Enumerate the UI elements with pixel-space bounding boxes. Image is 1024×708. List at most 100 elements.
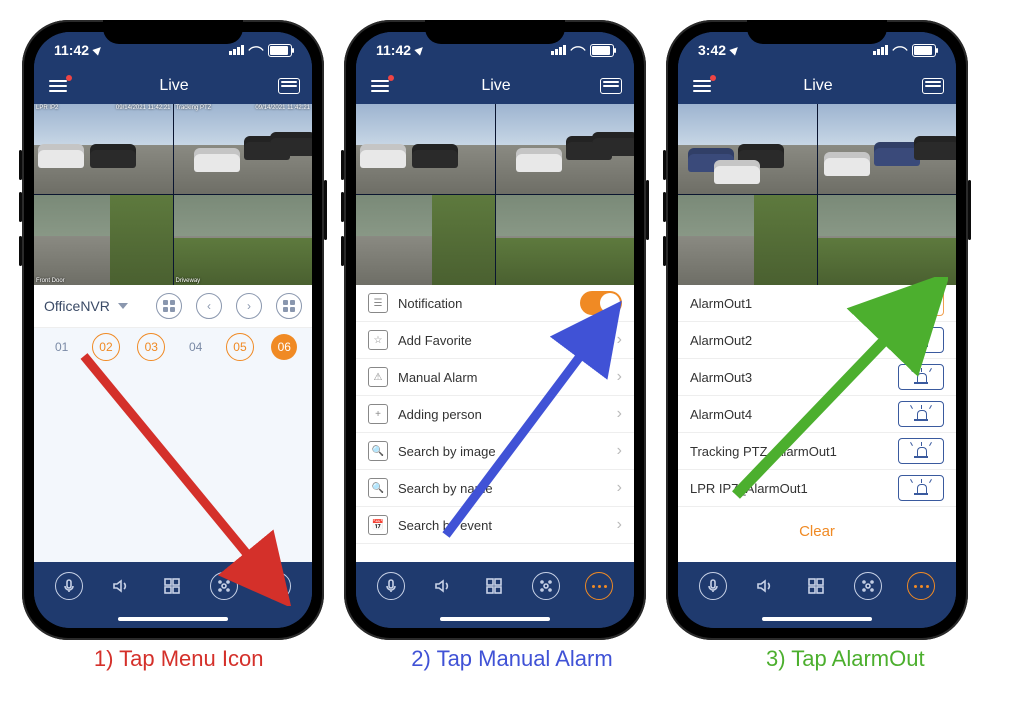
more-menu-button[interactable]	[585, 572, 613, 600]
alarm-row: AlarmOut4	[678, 396, 956, 433]
camera-tile[interactable]	[356, 104, 495, 194]
camera-tile[interactable]	[678, 104, 817, 194]
star-icon: ☆	[368, 330, 388, 350]
siren-icon	[914, 408, 928, 420]
device-toolbar: OfficeNVR ‹ ›	[34, 285, 312, 328]
options-menu: ☰Notification ☆ Add Favorite › ⚠ Manual Ala…	[356, 285, 634, 562]
ptz-button[interactable]	[532, 572, 560, 600]
menu-search-name[interactable]: 🔍Search by name›	[356, 470, 634, 507]
phone-frame-2: 11:42 Live ☰Notification ☆Add Favorite› …	[344, 20, 646, 640]
event-search-icon: 📅	[368, 515, 388, 535]
app-header: Live	[34, 68, 312, 104]
layout-icon[interactable]	[278, 78, 300, 94]
page-title: Live	[803, 77, 832, 95]
alarm-label: LPR IP7_AlarmOut1	[690, 481, 808, 496]
clear-button[interactable]: Clear	[678, 507, 956, 556]
camera-tile[interactable]	[356, 195, 495, 285]
layout-icon[interactable]	[600, 78, 622, 94]
alarm-trigger-button[interactable]	[898, 401, 944, 427]
ptz-button[interactable]	[210, 572, 238, 600]
camera-tile[interactable]	[818, 104, 957, 194]
notification-toggle[interactable]	[580, 291, 622, 315]
camera-tile[interactable]: Driveway	[174, 195, 313, 285]
camera-grid	[678, 104, 956, 285]
siren-icon	[914, 334, 928, 346]
notch	[103, 20, 243, 44]
menu-search-image[interactable]: 🔍Search by image›	[356, 433, 634, 470]
menu-icon[interactable]	[368, 77, 392, 95]
battery-icon	[268, 44, 292, 57]
menu-icon[interactable]	[46, 77, 70, 95]
mic-button[interactable]	[377, 572, 405, 600]
channel-03[interactable]: 03	[137, 333, 165, 361]
bottom-toolbar	[356, 562, 634, 610]
status-time: 3:42	[698, 42, 726, 58]
menu-manual-alarm[interactable]: ⚠ Manual Alarm ›	[356, 359, 634, 396]
speaker-button[interactable]	[430, 573, 456, 599]
home-indicator	[678, 610, 956, 628]
alarm-row: LPR IP7_AlarmOut1	[678, 470, 956, 507]
signal-icon	[229, 45, 244, 55]
speaker-button[interactable]	[108, 573, 134, 599]
more-menu-button[interactable]	[263, 572, 291, 600]
grid-options-button[interactable]	[156, 293, 182, 319]
alarm-trigger-button[interactable]	[898, 364, 944, 390]
camera-tile[interactable]: Front Door	[34, 195, 173, 285]
chevron-down-icon	[118, 303, 128, 309]
mic-button[interactable]	[55, 572, 83, 600]
menu-icon[interactable]	[690, 77, 714, 95]
alarm-trigger-button[interactable]	[898, 475, 944, 501]
camera-tile[interactable]	[496, 104, 635, 194]
alarm-row: Tracking PTZ_AlarmOut1	[678, 433, 956, 470]
channel-05[interactable]: 05	[226, 333, 254, 361]
channel-02[interactable]: 02	[92, 333, 120, 361]
alarm-trigger-button[interactable]	[898, 290, 944, 316]
grid-button[interactable]	[481, 573, 507, 599]
more-menu-button[interactable]	[907, 572, 935, 600]
more-icon	[914, 585, 929, 588]
alarm-row: AlarmOut1	[678, 285, 956, 322]
camera-tile[interactable]	[818, 195, 957, 285]
menu-label: Manual Alarm	[398, 370, 477, 385]
next-button[interactable]: ›	[236, 293, 262, 319]
person-add-icon: +	[368, 404, 388, 424]
prev-button[interactable]: ‹	[196, 293, 222, 319]
chevron-right-icon: ›	[617, 368, 622, 386]
menu-label: Search by image	[398, 444, 496, 459]
signal-icon	[873, 45, 888, 55]
wifi-icon	[248, 42, 264, 58]
speaker-button[interactable]	[752, 573, 778, 599]
alarm-trigger-button[interactable]	[898, 327, 944, 353]
menu-label: Notification	[398, 296, 462, 311]
device-selector[interactable]: OfficeNVR	[44, 298, 128, 314]
layout-icon[interactable]	[922, 78, 944, 94]
menu-adding-person[interactable]: +Adding person›	[356, 396, 634, 433]
menu-label: Add Favorite	[398, 333, 472, 348]
location-icon	[729, 44, 740, 55]
menu-add-favorite[interactable]: ☆Add Favorite›	[356, 322, 634, 359]
alarm-label: Tracking PTZ_AlarmOut1	[690, 444, 837, 459]
battery-icon	[912, 44, 936, 57]
menu-label: Adding person	[398, 407, 482, 422]
camera-tile[interactable]: Tracking PTZ09/14/2021 11:42:21	[174, 104, 313, 194]
layout-button[interactable]	[276, 293, 302, 319]
channel-01[interactable]: 01	[49, 334, 75, 360]
menu-search-event[interactable]: 📅Search by event›	[356, 507, 634, 544]
ptz-button[interactable]	[854, 572, 882, 600]
camera-tile[interactable]	[678, 195, 817, 285]
alarm-trigger-button[interactable]	[898, 438, 944, 464]
grid-button[interactable]	[159, 573, 185, 599]
channel-04[interactable]: 04	[183, 334, 209, 360]
camera-tile[interactable]	[496, 195, 635, 285]
alarm-icon: ⚠	[368, 367, 388, 387]
alarm-row: AlarmOut2	[678, 322, 956, 359]
alarm-label: AlarmOut2	[690, 333, 752, 348]
screen-1: 11:42 Live LPR IP209/14/2021 11:42:21 Tr…	[34, 32, 312, 628]
menu-notification[interactable]: ☰Notification	[356, 285, 634, 322]
camera-tile[interactable]: LPR IP209/14/2021 11:42:21	[34, 104, 173, 194]
battery-icon	[590, 44, 614, 57]
grid-button[interactable]	[803, 573, 829, 599]
page-title: Live	[159, 77, 188, 95]
channel-06[interactable]: 06	[271, 334, 297, 360]
mic-button[interactable]	[699, 572, 727, 600]
